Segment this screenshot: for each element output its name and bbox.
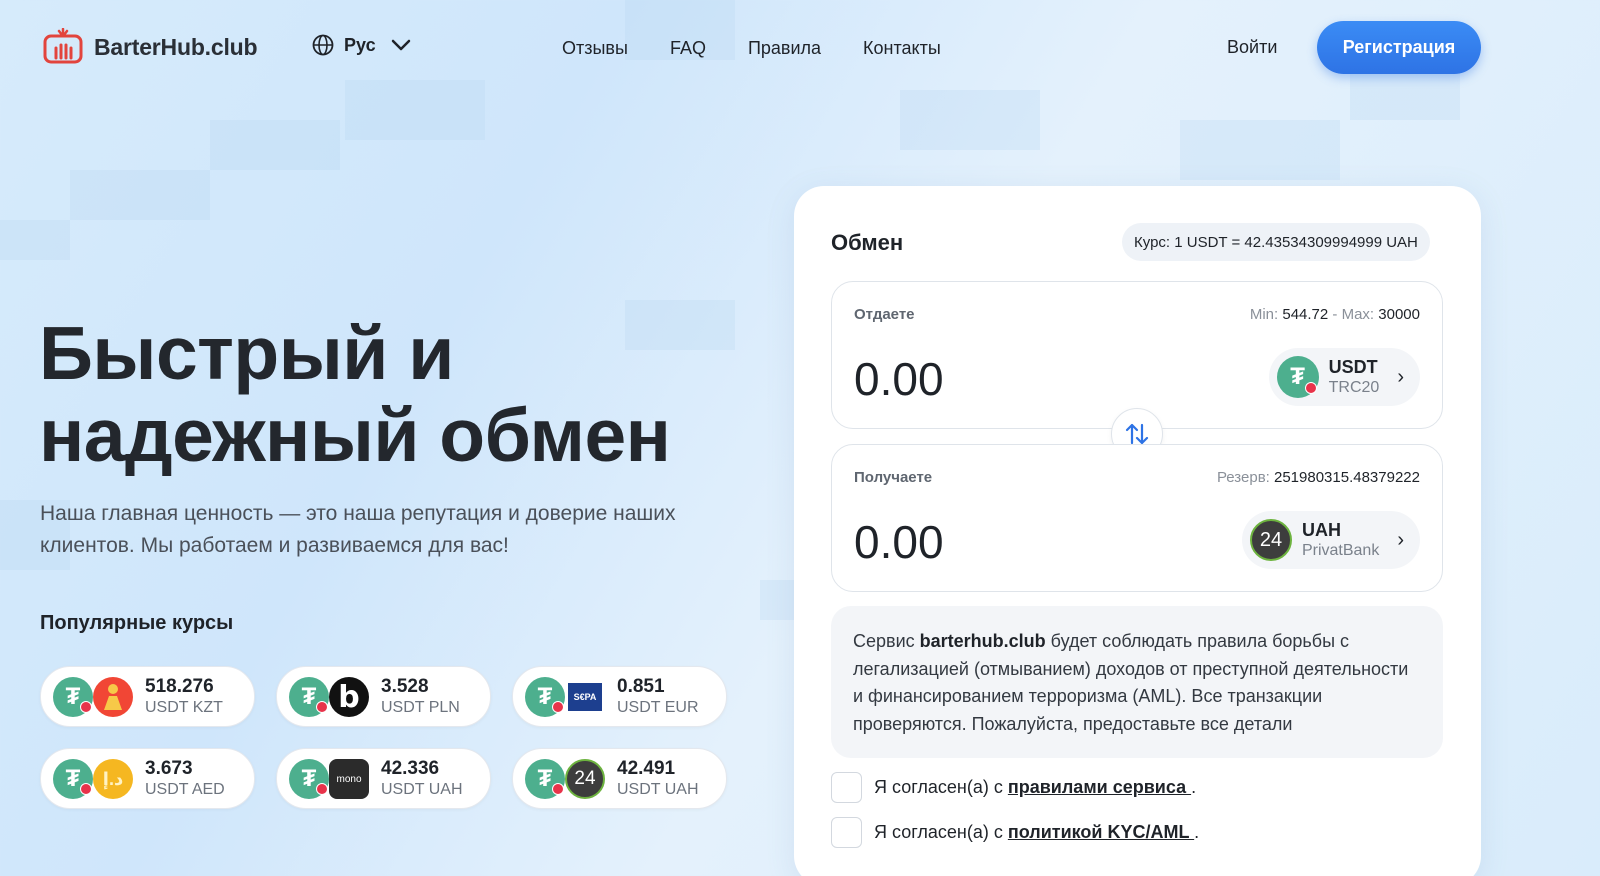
- chevron-right-icon: ›: [1397, 365, 1404, 388]
- nav-faq[interactable]: FAQ: [670, 38, 706, 59]
- rate-pair: USDT EUR: [617, 698, 699, 716]
- limit-separator: -: [1332, 306, 1338, 323]
- min-value: 544.72: [1282, 306, 1329, 323]
- background-tile: [0, 220, 70, 260]
- privatbank-icon: 24: [1249, 519, 1292, 561]
- max-value: 30000: [1378, 306, 1420, 323]
- rate-pair: USDT UAH: [617, 780, 699, 798]
- rate-value: 42.491: [617, 757, 676, 779]
- register-button[interactable]: Регистрация: [1317, 21, 1481, 74]
- heart-badge-icon: [316, 701, 328, 713]
- heart-badge-icon: [80, 701, 92, 713]
- site-header: BarterHub.club Рус Отзывы FAQ Правила Ко…: [0, 0, 1600, 96]
- rate-pair: USDT KZT: [145, 698, 223, 716]
- logo[interactable]: BarterHub.club: [42, 28, 258, 66]
- aml-notice: Сервис barterhub.club будет соблюдать пр…: [831, 606, 1443, 758]
- min-label: Min:: [1249, 306, 1279, 323]
- agree-kyc-text: Я согласен(а) с политикой KYC/AML .: [874, 822, 1199, 843]
- rate-pair: USDT AED: [145, 780, 225, 798]
- give-limits: Min: 544.72 - Max: 30000: [1250, 306, 1420, 323]
- agree-rules: Я согласен(а) с правилами сервиса .: [831, 772, 1196, 803]
- blik-icon: b: [329, 677, 369, 717]
- chevron-down-icon: [391, 39, 410, 51]
- main-nav: Отзывы FAQ Правила Контакты: [562, 38, 941, 59]
- sepa-icon: S€PA: [568, 683, 602, 711]
- aml-prefix: Сервис: [853, 631, 920, 651]
- agree-rules-text: Я согласен(а) с правилами сервиса .: [874, 777, 1196, 798]
- reserve-value: 251980315.48379222: [1274, 469, 1420, 486]
- get-amount-input[interactable]: 0.00: [854, 515, 944, 569]
- give-field: Отдаете Min: 544.72 - Max: 30000 0.00 ₮ …: [831, 281, 1443, 429]
- reserve-info: Резерв: 251980315.48379222: [1217, 469, 1420, 486]
- get-label: Получаете: [854, 469, 933, 486]
- rate-value: 3.673: [145, 757, 193, 779]
- hero-title: Быстрый и надежный обмен: [39, 311, 671, 477]
- rate-pair: USDT PLN: [381, 698, 460, 716]
- background-tile: [70, 170, 210, 220]
- give-currency-network: TRC20: [1328, 379, 1380, 396]
- rate-card-uah-mono[interactable]: ₮ mono 42.336 USDT UAH: [276, 748, 491, 809]
- login-link[interactable]: Войти: [1227, 37, 1277, 58]
- rate-pair: USDT UAH: [381, 780, 463, 798]
- chevron-right-icon: ›: [1397, 528, 1404, 551]
- monobank-icon: mono: [329, 759, 369, 799]
- nav-contacts[interactable]: Контакты: [863, 38, 941, 59]
- globe-icon: [312, 34, 334, 56]
- give-amount-input[interactable]: 0.00: [854, 352, 944, 406]
- popular-rates-title: Популярные курсы: [40, 612, 234, 634]
- agree-rules-prefix: Я согласен(а) с: [874, 777, 1008, 797]
- max-label: Max:: [1341, 306, 1375, 323]
- privatbank-icon: 24: [565, 759, 605, 799]
- get-currency-network: PrivatBank: [1301, 542, 1380, 559]
- agree-rules-suffix: .: [1191, 777, 1197, 797]
- exchange-title: Обмен: [831, 230, 904, 255]
- get-field: Получаете Резерв: 251980315.48379222 0.0…: [831, 444, 1443, 592]
- rate-card-uah-privat[interactable]: ₮ 24 42.491 USDT UAH: [512, 748, 727, 809]
- rules-link[interactable]: правилами сервиса: [1008, 777, 1191, 797]
- tether-icon: ₮: [1276, 356, 1319, 398]
- agree-kyc-prefix: Я согласен(а) с: [874, 822, 1008, 842]
- heart-badge-icon: [80, 783, 92, 795]
- rate-value: 518.276: [145, 675, 214, 697]
- get-currency-selector[interactable]: 24 UAH PrivatBank ›: [1241, 511, 1420, 569]
- agree-kyc-suffix: .: [1194, 822, 1200, 842]
- rate-card-kzt[interactable]: ₮ 518.276 USDT KZT: [40, 666, 255, 727]
- nav-reviews[interactable]: Отзывы: [562, 38, 628, 59]
- get-currency-code: UAH: [1301, 520, 1341, 540]
- exchange-rate-badge: Курс: 1 USDT = 42.43534309994999 UAH: [1122, 223, 1430, 261]
- language-label: Рус: [344, 34, 376, 55]
- kyc-link[interactable]: политикой KYC/AML: [1008, 822, 1194, 842]
- rate-card-pln[interactable]: ₮ b 3.528 USDT PLN: [276, 666, 491, 727]
- hero-title-line1: Быстрый и: [39, 311, 454, 395]
- kaspi-icon: [93, 677, 133, 717]
- nav-rules[interactable]: Правила: [748, 38, 821, 59]
- reserve-label: Резерв:: [1216, 469, 1270, 486]
- aml-brand: barterhub.club: [919, 631, 1046, 651]
- give-label: Отдаете: [854, 306, 915, 323]
- agree-rules-checkbox[interactable]: [831, 772, 862, 803]
- heart-badge-icon: [552, 701, 564, 713]
- rate-card-eur[interactable]: ₮ S€PA 0.851 USDT EUR: [512, 666, 727, 727]
- aed-coin-icon: د.إ: [93, 759, 133, 799]
- logo-icon: [43, 28, 83, 64]
- background-tile: [900, 90, 1040, 150]
- logo-text: BarterHub.club: [94, 33, 258, 60]
- language-selector[interactable]: Рус: [312, 34, 412, 56]
- rate-value: 3.528: [381, 675, 429, 697]
- give-currency-selector[interactable]: ₮ USDT TRC20 ›: [1268, 348, 1420, 406]
- agree-kyc: Я согласен(а) с политикой KYC/AML .: [831, 817, 1199, 848]
- heart-badge-icon: [1304, 382, 1317, 394]
- agree-kyc-checkbox[interactable]: [831, 817, 862, 848]
- give-currency-code: USDT: [1328, 357, 1378, 377]
- rate-value: 0.851: [617, 675, 665, 697]
- exchange-card: Обмен Курс: 1 USDT = 42.43534309994999 U…: [794, 186, 1481, 876]
- heart-badge-icon: [316, 783, 328, 795]
- rate-value: 42.336: [381, 757, 440, 779]
- background-tile: [210, 120, 340, 170]
- rate-card-aed[interactable]: ₮ د.إ 3.673 USDT AED: [40, 748, 255, 809]
- hero-subtitle: Наша главная ценность — это наша репутац…: [40, 502, 676, 557]
- hero-title-line2: надежный обмен: [39, 393, 671, 477]
- background-tile: [1180, 120, 1340, 180]
- heart-badge-icon: [552, 783, 564, 795]
